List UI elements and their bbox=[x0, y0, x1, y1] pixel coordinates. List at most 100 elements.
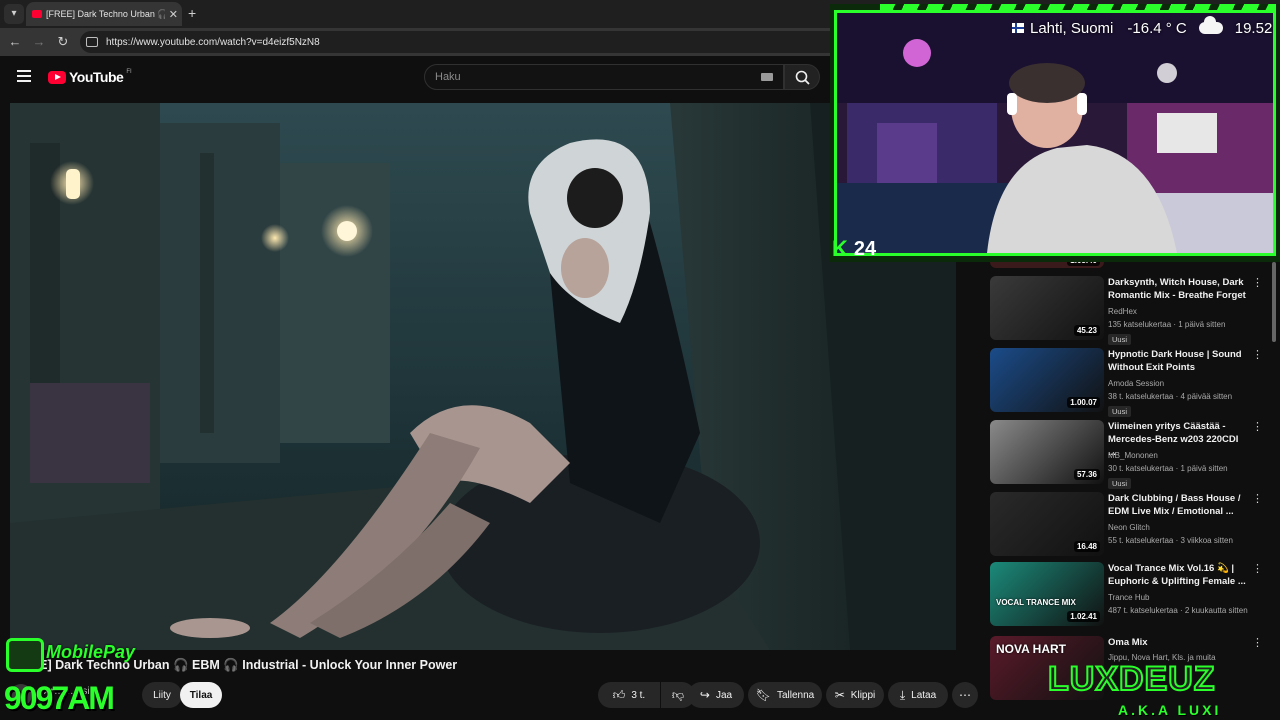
recommendation-channel[interactable]: Neon Glitch bbox=[1108, 523, 1150, 532]
recommendation-thumbnail[interactable]: 57.36 bbox=[990, 420, 1104, 484]
logo-text: YouTube bbox=[69, 69, 124, 85]
forward-icon[interactable]: → bbox=[30, 33, 48, 51]
brand-name: LUXDEUZ bbox=[1047, 659, 1216, 699]
download-button[interactable]: ⤓ Lataa bbox=[888, 682, 948, 708]
recommendation-item[interactable]: 45.23 Darksynth, Witch House, Dark Romant… bbox=[990, 276, 1268, 345]
recommendation-item[interactable]: 57.36 Viimeinen yritys Cäästää - Mercedes… bbox=[990, 420, 1268, 489]
recommendation-thumbnail[interactable]: 1.00.07 bbox=[990, 348, 1104, 412]
like-button[interactable]: 👍︎ 3 t. bbox=[598, 682, 660, 708]
subscribe-button[interactable]: Tilaa bbox=[180, 682, 222, 708]
tab-search-dropdown-icon[interactable]: ▾ bbox=[4, 4, 24, 24]
recommendation-title[interactable]: Hypnotic Dark House | Sound Without Exit… bbox=[1108, 348, 1248, 374]
recommendation-meta: 30 t. katselukertaa · 1 päivä sitten bbox=[1108, 464, 1228, 473]
join-label: Liity bbox=[153, 689, 171, 701]
kick-viewer-badge: K 24 bbox=[832, 236, 876, 262]
recommendation-thumbnail[interactable]: 16.48 bbox=[990, 492, 1104, 556]
search-button[interactable] bbox=[784, 64, 820, 90]
webcam-feed bbox=[837, 13, 1273, 253]
video-actions-row: Ar… …esi… Liity Tilaa 👍︎ 3 t. 👎︎ ↪ Jaa 🔖… bbox=[10, 682, 978, 708]
duration-badge: 1.00.07 bbox=[1067, 397, 1100, 408]
dislike-icon: 👎︎ bbox=[671, 688, 685, 702]
share-icon: ↪ bbox=[699, 688, 710, 702]
close-icon[interactable]: ✕ bbox=[169, 8, 178, 21]
more-actions-button[interactable]: ⋯ bbox=[952, 682, 978, 708]
recommendation-channel[interactable]: Amoda Session bbox=[1108, 379, 1164, 388]
search-icon bbox=[795, 70, 810, 85]
more-icon[interactable]: ⋮ bbox=[1252, 562, 1263, 576]
browser-tab[interactable]: [FREE] Dark Techno Urban 🎧 🔊 ✕ bbox=[26, 2, 182, 26]
keyboard-icon[interactable] bbox=[761, 73, 773, 81]
recommendation-item[interactable]: 16.48 Dark Clubbing / Bass House / EDM Li… bbox=[990, 492, 1268, 558]
back-icon[interactable]: ← bbox=[6, 33, 24, 51]
mobilepay-label: MobilePay bbox=[46, 642, 136, 662]
mobilepay-number: 9097AM bbox=[4, 680, 115, 716]
recommendation-title[interactable]: Oma Mix bbox=[1108, 636, 1248, 649]
cloud-icon bbox=[1198, 16, 1223, 34]
youtube-play-icon bbox=[48, 70, 66, 84]
clip-label: Klippi bbox=[850, 689, 876, 701]
duration-badge: 16.48 bbox=[1073, 541, 1100, 552]
scissors-icon: ✂ bbox=[834, 688, 845, 702]
new-badge: Uusi bbox=[1108, 334, 1132, 345]
kick-logo-icon: K bbox=[832, 236, 848, 261]
finland-flag-icon bbox=[1012, 23, 1024, 33]
weather-location: Lahti, Suomi bbox=[1030, 19, 1114, 37]
reload-icon[interactable]: ↻ bbox=[54, 33, 72, 51]
recommendation-meta: 55 t. katselukertaa · 3 viikkoa sitten bbox=[1108, 536, 1233, 545]
recommendation-thumbnail[interactable]: 45.23 bbox=[990, 276, 1104, 340]
menu-icon[interactable] bbox=[17, 70, 31, 82]
address-bar[interactable]: https://www.youtube.com/watch?v=d4eizf5N… bbox=[80, 31, 840, 53]
more-icon: ⋯ bbox=[959, 688, 971, 702]
brand-subtitle: A.K.A LUXI bbox=[1118, 702, 1222, 718]
more-icon[interactable]: ⋮ bbox=[1252, 348, 1263, 362]
share-button[interactable]: ↪ Jaa bbox=[688, 682, 744, 708]
webcam-frame bbox=[834, 10, 1276, 256]
duration-badge: 57.36 bbox=[1073, 469, 1100, 480]
recommendation-meta: 487 t. katselukertaa · 2 kuukautta sitte… bbox=[1108, 606, 1248, 615]
duration-badge: 1.02.41 bbox=[1067, 611, 1100, 622]
mobilepay-logo-icon bbox=[6, 638, 44, 672]
save-button[interactable]: 🔖︎ Tallenna bbox=[748, 682, 822, 708]
recommendation-title[interactable]: Darksynth, Witch House, Dark Romantic Mi… bbox=[1108, 276, 1248, 302]
recommendation-channel[interactable]: RedHex bbox=[1108, 307, 1137, 316]
search-input[interactable]: Haku bbox=[424, 64, 784, 90]
new-tab-plus-icon[interactable]: + bbox=[188, 4, 202, 22]
clip-button[interactable]: ✂ Klippi bbox=[826, 682, 884, 708]
recommendation-meta: 135 katselukertaa · 1 päivä sitten bbox=[1108, 320, 1226, 329]
screen: ▾ [FREE] Dark Techno Urban 🎧 🔊 ✕ + ← → ↻… bbox=[0, 0, 1280, 720]
mobilepay-badge: MobilePay bbox=[6, 634, 176, 680]
search-placeholder: Haku bbox=[435, 71, 461, 83]
viewer-count: 24 bbox=[853, 237, 877, 260]
recommendation-item[interactable]: 1.00.07 Hypnotic Dark House | Sound Witho… bbox=[990, 348, 1268, 417]
more-icon[interactable]: ⋮ bbox=[1252, 636, 1263, 650]
new-badge: Uusi bbox=[1108, 406, 1132, 417]
recommendation-thumbnail[interactable]: VOCAL TRANCE MIX 1.02.41 bbox=[990, 562, 1104, 626]
download-icon: ⤓ bbox=[899, 688, 906, 702]
duration-badge: 45.23 bbox=[1073, 325, 1100, 336]
recommendation-channel[interactable]: Trance Hub bbox=[1108, 593, 1150, 602]
region-code: FI bbox=[126, 69, 132, 75]
video-frame-artwork bbox=[10, 103, 956, 650]
weather-temperature: -16.4 ° C bbox=[1127, 19, 1187, 37]
more-icon[interactable]: ⋮ bbox=[1252, 276, 1263, 290]
recommendation-item[interactable]: VOCAL TRANCE MIX 1.02.41 Vocal Trance Mix … bbox=[990, 562, 1268, 628]
new-badge: Uusi bbox=[1108, 478, 1132, 489]
like-count: 3 t. bbox=[631, 689, 646, 701]
save-label: Tallenna bbox=[776, 689, 815, 701]
more-icon[interactable]: ⋮ bbox=[1252, 420, 1263, 434]
more-icon[interactable]: ⋮ bbox=[1252, 492, 1263, 506]
sidebar-scrollbar[interactable] bbox=[1272, 262, 1276, 342]
recommendation-channel[interactable]: MB_Mononen bbox=[1108, 451, 1158, 460]
streamer-brand-logo: LUXDEUZ A.K.A LUXI bbox=[1046, 659, 1280, 720]
join-button[interactable]: Liity bbox=[142, 682, 182, 708]
youtube-logo[interactable]: YouTube FI bbox=[48, 69, 132, 85]
share-label: Jaa bbox=[715, 689, 733, 701]
recommendation-title[interactable]: Dark Clubbing / Bass House / EDM Live Mi… bbox=[1108, 492, 1248, 518]
recommendation-title[interactable]: Vocal Trance Mix Vol.16 💫 | Euphoric & U… bbox=[1108, 562, 1248, 588]
video-player[interactable] bbox=[10, 103, 956, 650]
site-info-icon[interactable] bbox=[86, 37, 98, 47]
thumbnail-text: NOVA HART bbox=[996, 642, 1066, 656]
like-icon: 👍︎ bbox=[612, 688, 626, 702]
thumbnail-text: VOCAL TRANCE MIX bbox=[996, 598, 1076, 607]
download-label: Lataa bbox=[911, 689, 937, 701]
